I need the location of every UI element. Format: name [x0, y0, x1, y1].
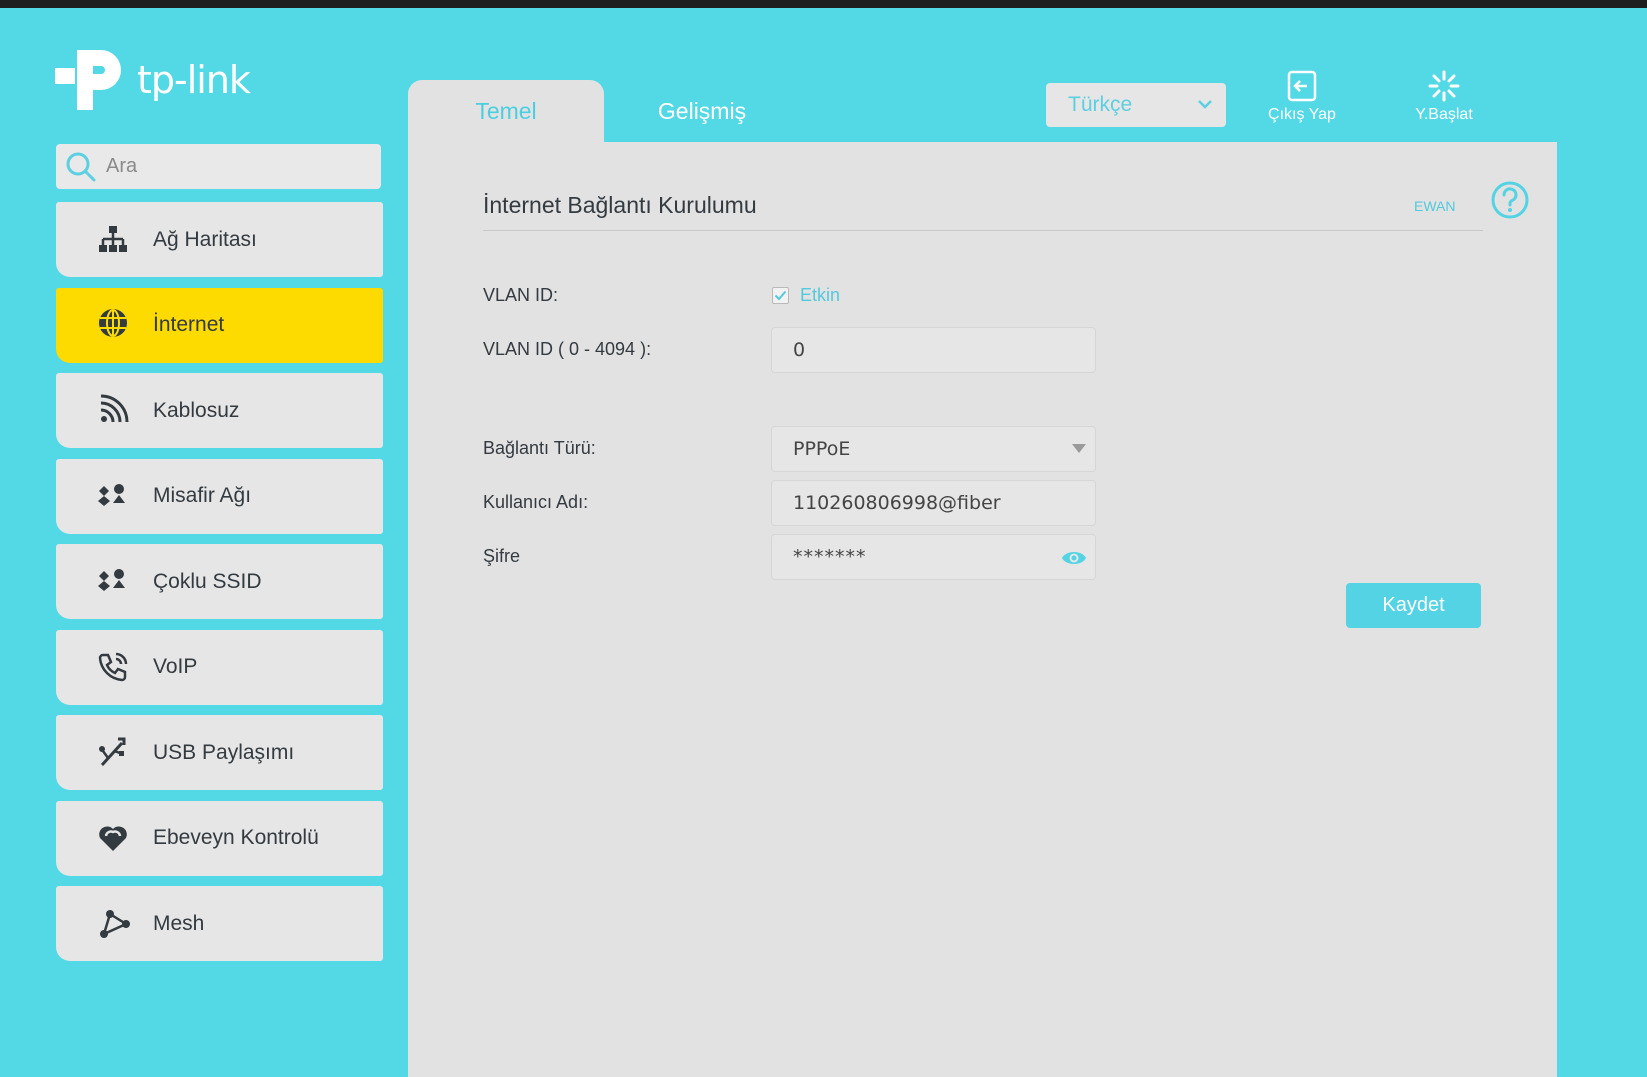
eye-icon[interactable] — [1061, 549, 1087, 567]
sidebar-item-label: VoIP — [153, 655, 198, 678]
sidebar-item-label: Kablosuz — [153, 398, 240, 422]
help-icon[interactable] — [1490, 180, 1530, 220]
reboot-button[interactable]: Y.Başlat — [1389, 70, 1499, 124]
mode-badge: EWAN — [1414, 198, 1456, 214]
search-icon — [66, 152, 96, 181]
logout-label: Çıkış Yap — [1268, 106, 1336, 123]
sidebar-item-label: USB Paylaşımı — [153, 740, 295, 764]
checkmark-icon — [774, 290, 787, 301]
mesh-icon — [100, 910, 130, 938]
heart-icon — [99, 826, 127, 851]
reboot-label: Y.Başlat — [1415, 106, 1473, 123]
chevron-down-icon — [1198, 100, 1212, 109]
page-title: İnternet Bağlantı Kurulumu — [483, 192, 757, 218]
reboot-icon — [1428, 70, 1460, 102]
sidebar-item-guest-network[interactable]: Misafir Ağı — [56, 458, 383, 534]
search-box[interactable] — [56, 144, 381, 189]
sidebar-item-usb-sharing[interactable]: USB Paylaşımı — [56, 715, 383, 790]
multi-ssid-icon — [98, 568, 125, 591]
connection-type-value: PPPoE — [793, 438, 851, 460]
sidebar-item-label: Ebeveyn Kontrolü — [153, 826, 319, 849]
wireless-icon — [100, 394, 129, 423]
username-label: Kullanıcı Adı: — [483, 492, 589, 512]
sidebar-item-label: Ağ Haritası — [153, 227, 257, 251]
sidebar-item-network-map[interactable]: Ağ Haritası — [56, 202, 383, 277]
language-value: Türkçe — [1068, 93, 1133, 116]
logout-button[interactable]: Çıkış Yap — [1247, 70, 1357, 124]
sidebar-item-voip[interactable]: VoIP — [56, 629, 383, 705]
username-value: 110260806998@fiber — [793, 492, 1001, 514]
checkbox-box[interactable] — [772, 287, 789, 304]
title-divider — [483, 230, 1483, 231]
sidebar-item-label: Misafir Ağı — [153, 484, 252, 507]
logo-mark-icon — [55, 50, 121, 110]
sidebar-item-label: Mesh — [153, 911, 205, 935]
tab-advanced[interactable]: Gelişmiş — [604, 80, 800, 142]
sidebar-item-parental-control[interactable]: Ebeveyn Kontrolü — [56, 800, 383, 876]
guest-network-icon — [98, 483, 125, 506]
vlan-enable-checkbox[interactable]: Etkin — [772, 285, 840, 306]
phone-icon — [98, 652, 128, 681]
sidebar-item-mesh[interactable]: Mesh — [56, 886, 383, 961]
vlan-id-value: 0 — [793, 339, 806, 361]
username-input[interactable]: 110260806998@fiber — [771, 480, 1096, 526]
password-value: ******* — [793, 546, 867, 568]
sidebar-menu: Ağ Haritası İnternet Kablosuz Misafir Ağ… — [56, 202, 383, 972]
vlan-id-input[interactable]: 0 — [771, 327, 1096, 373]
connection-type-label: Bağlantı Türü: — [483, 438, 596, 458]
tab-basic[interactable]: Temel — [408, 80, 604, 142]
globe-icon — [99, 308, 127, 337]
tp-link-logo: tp-link — [55, 40, 265, 116]
save-button[interactable]: Kaydet — [1346, 583, 1481, 628]
language-select[interactable]: Türkçe — [1046, 83, 1226, 127]
main-panel: İnternet Bağlantı Kurulumu EWAN VLAN ID:… — [408, 142, 1557, 1077]
sidebar-item-label: İnternet — [153, 313, 225, 336]
usb-icon — [99, 737, 126, 767]
vlan-label: VLAN ID: — [483, 285, 559, 305]
vlan-enabled-label: Etkin — [800, 285, 841, 305]
sidebar-item-label: Çoklu SSID — [153, 569, 262, 593]
dropdown-arrow-icon — [1072, 444, 1086, 453]
brand-name: tp-link — [137, 58, 251, 102]
window-top-bar — [0, 0, 1647, 8]
sidebar-item-internet[interactable]: İnternet — [56, 287, 383, 363]
password-input[interactable]: ******* — [771, 534, 1096, 580]
vlan-id-label: VLAN ID ( 0 - 4094 ): — [483, 339, 652, 359]
network-map-icon — [99, 226, 127, 252]
logout-icon — [1287, 70, 1317, 102]
sidebar-item-multi-ssid[interactable]: Çoklu SSID — [56, 544, 383, 619]
sidebar-item-wireless[interactable]: Kablosuz — [56, 373, 383, 448]
password-label: Şifre — [483, 546, 521, 566]
connection-type-select[interactable]: PPPoE — [771, 426, 1096, 472]
search-input[interactable] — [106, 155, 366, 178]
